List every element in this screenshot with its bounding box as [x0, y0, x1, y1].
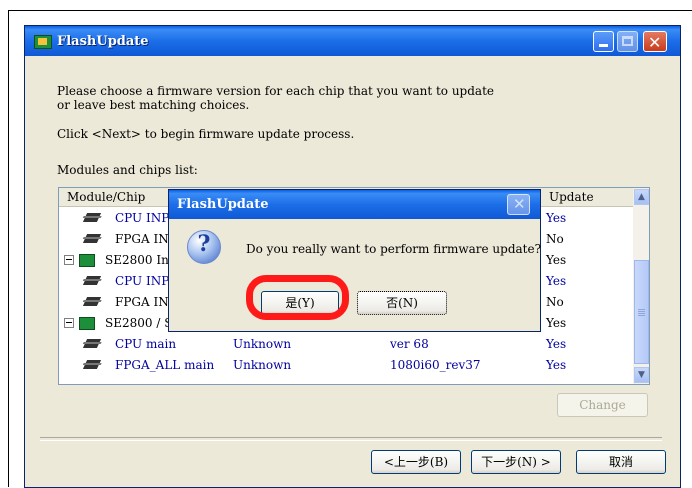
close-button[interactable]: ✕ [643, 31, 667, 52]
dialog-title: FlashUpdate [177, 197, 269, 212]
chip-icon [82, 213, 102, 222]
module-icon [79, 317, 95, 330]
scroll-down-icon[interactable]: ▼ [634, 367, 649, 383]
row-status: Unknown [233, 358, 292, 372]
flash-update-app-icon [34, 35, 52, 49]
row-status: Unknown [233, 337, 292, 351]
footer-separator [40, 437, 662, 441]
row-name: CPU INP [115, 211, 170, 225]
back-button[interactable]: <上一步(B) [371, 450, 461, 474]
close-icon: ✕ [513, 195, 526, 213]
chip-icon [82, 234, 102, 243]
scroll-up-icon[interactable]: ▲ [634, 189, 649, 205]
row-update[interactable]: Yes [546, 358, 566, 372]
collapse-icon[interactable] [64, 318, 74, 328]
minimize-icon [599, 44, 608, 47]
chip-icon [82, 276, 102, 285]
row-update[interactable]: No [546, 295, 564, 309]
row-name: CPU main [115, 337, 177, 351]
next-button[interactable]: 下一步(N) > [471, 450, 561, 474]
row-update[interactable]: Yes [546, 253, 566, 267]
list-scrollbar[interactable]: ▲ ▼ [633, 188, 649, 384]
row-update[interactable]: No [546, 232, 564, 246]
row-update[interactable]: Yes [546, 337, 566, 351]
row-update[interactable]: Yes [546, 211, 566, 225]
dialog-message: Do you really want to perform firmware u… [246, 242, 542, 256]
row-name: SE2800 Inp [105, 253, 177, 267]
row-name: CPU INP [115, 274, 170, 288]
dialog-titlebar[interactable]: FlashUpdate ✕ [169, 190, 540, 219]
cancel-button[interactable]: 取消 [576, 450, 666, 474]
question-icon: ? [187, 230, 221, 264]
module-icon [79, 254, 95, 267]
row-name: FPGA_ALL main [115, 358, 215, 372]
collapse-icon[interactable] [64, 255, 74, 265]
no-button[interactable]: 否(N) [357, 291, 447, 315]
chip-icon [82, 339, 102, 348]
scroll-thumb[interactable] [634, 260, 649, 364]
chip-icon [82, 360, 102, 369]
window-title: FlashUpdate [57, 34, 149, 49]
row-version[interactable]: ver 68 [390, 337, 429, 351]
change-button[interactable]: Change [557, 393, 648, 417]
row-version[interactable]: 1080i60_rev37 [390, 358, 481, 372]
window-titlebar[interactable]: FlashUpdate ✕ [25, 26, 680, 56]
row-name: SE2800 / S [105, 316, 173, 330]
dialog-close-button[interactable]: ✕ [507, 194, 530, 215]
list-row[interactable]: FPGA_ALL main Unknown 1080i60_rev37 Yes [59, 355, 633, 376]
grip-icon [638, 309, 645, 310]
maximize-button [617, 31, 638, 52]
minimize-button[interactable] [593, 31, 614, 52]
row-update[interactable]: Yes [546, 316, 566, 330]
row-name: FPGA IN [115, 232, 169, 246]
row-update[interactable]: Yes [546, 274, 566, 288]
instruction-line-2: or leave best matching choices. [57, 98, 250, 112]
close-icon: ✕ [648, 33, 662, 52]
instruction-line-3: Click <Next> to begin firmware update pr… [57, 127, 355, 141]
maximize-icon [622, 36, 633, 46]
instruction-line-1: Please choose a firmware version for eac… [57, 84, 494, 98]
column-header-update[interactable]: Update [549, 190, 594, 204]
confirm-dialog: FlashUpdate ✕ ? Do you really want to pe… [168, 189, 541, 332]
column-header-module-chip[interactable]: Module/Chip [67, 190, 145, 204]
list-row[interactable]: CPU main Unknown ver 68 Yes [59, 334, 633, 355]
highlight-circle [246, 275, 349, 320]
list-label: Modules and chips list: [57, 163, 198, 177]
chip-icon [82, 297, 102, 306]
row-name: FPGA IN [115, 295, 169, 309]
